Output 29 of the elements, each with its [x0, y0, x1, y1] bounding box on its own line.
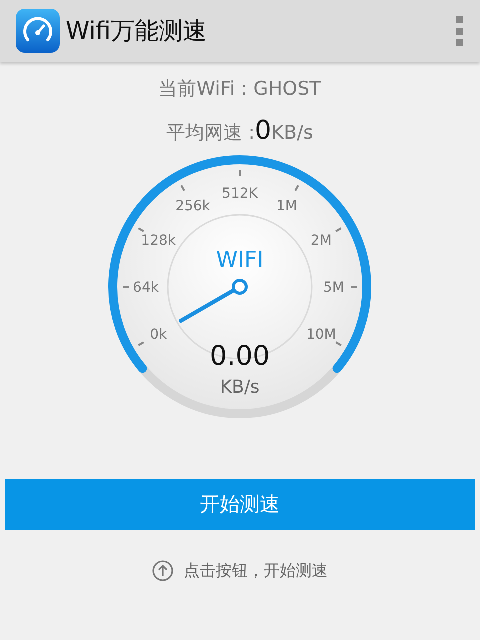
- tick-mark: [351, 286, 357, 288]
- scale-label: 5M: [324, 280, 344, 296]
- average-speed-text: 平均网速 :0KB/s: [166, 116, 314, 146]
- scale-label: 64k: [133, 280, 159, 296]
- tick-mark: [123, 286, 129, 288]
- tick-mark: [239, 170, 241, 176]
- current-wifi-text: 当前WiFi : GHOST: [158, 77, 322, 102]
- needle: [179, 279, 248, 323]
- scale-label: 2M: [310, 233, 332, 249]
- scale-label: 0k: [150, 327, 168, 343]
- tick-mark: [294, 185, 300, 192]
- scale-label: 1M: [276, 198, 298, 215]
- speed-reading: 0.00: [210, 341, 270, 372]
- app-title: Wifi万能测速: [66, 16, 208, 47]
- tick-mark: [336, 228, 342, 232]
- scale-label: 128k: [141, 233, 176, 249]
- hint-text: 点击按钮，开始测速: [184, 560, 328, 582]
- start-test-button[interactable]: 开始测速: [5, 479, 475, 530]
- menu-icon[interactable]: [454, 16, 464, 46]
- scale-label: 512K: [222, 186, 258, 202]
- gauge-title: WIFI: [216, 248, 264, 273]
- scale-label: 256k: [176, 198, 210, 215]
- speed-unit: KB/s: [220, 377, 260, 398]
- tick-mark: [138, 342, 144, 346]
- tick-mark: [138, 228, 144, 232]
- scale-label: 10M: [306, 327, 336, 343]
- tick-mark: [336, 342, 342, 346]
- tick-mark: [180, 185, 186, 192]
- speedometer-icon: [16, 9, 60, 53]
